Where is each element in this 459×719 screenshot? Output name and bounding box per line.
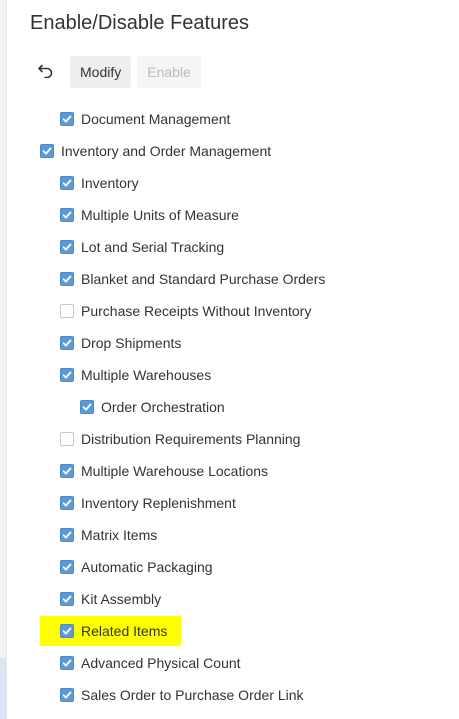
feature-label: Sales Order to Purchase Order Link xyxy=(81,687,304,703)
feature-label: Inventory and Order Management xyxy=(61,143,272,159)
feature-label: Multiple Units of Measure xyxy=(81,207,239,223)
toolbar: Modify Enable xyxy=(30,56,207,88)
feature-row[interactable]: Purchase Receipts Without Inventory xyxy=(60,301,311,321)
feature-label: Purchase Receipts Without Inventory xyxy=(81,303,312,319)
feature-row[interactable]: Related Items xyxy=(40,616,182,646)
checkbox-checked[interactable] xyxy=(60,560,74,574)
feature-label: Matrix Items xyxy=(81,527,158,543)
feature-row[interactable]: Automatic Packaging xyxy=(60,557,213,577)
feature-label: Kit Assembly xyxy=(81,591,162,607)
enable-button[interactable]: Enable xyxy=(137,56,201,88)
feature-row[interactable]: Multiple Warehouse Locations xyxy=(60,461,268,481)
checkbox-checked[interactable] xyxy=(60,528,74,542)
feature-label: Advanced Physical Count xyxy=(81,655,241,671)
feature-row[interactable]: Matrix Items xyxy=(60,525,157,545)
feature-row[interactable]: Lot and Serial Tracking xyxy=(60,237,224,257)
page-title: Enable/Disable Features xyxy=(30,12,250,34)
checkbox-checked[interactable] xyxy=(60,112,74,126)
left-panel-edge xyxy=(0,0,7,719)
checkbox-unchecked[interactable] xyxy=(60,304,74,318)
undo-button[interactable] xyxy=(30,56,62,88)
feature-row[interactable]: Distribution Requirements Planning xyxy=(60,429,300,449)
feature-row[interactable]: Blanket and Standard Purchase Orders xyxy=(60,269,325,289)
feature-label: Related Items xyxy=(81,623,168,639)
modify-button[interactable]: Modify xyxy=(70,56,132,88)
checkbox-checked[interactable] xyxy=(60,464,74,478)
feature-row[interactable]: Multiple Units of Measure xyxy=(60,205,239,225)
checkbox-checked[interactable] xyxy=(60,496,74,510)
checkbox-checked[interactable] xyxy=(60,240,74,254)
undo-icon xyxy=(37,62,55,83)
feature-label: Inventory Replenishment xyxy=(81,495,236,511)
checkbox-checked[interactable] xyxy=(60,208,74,222)
feature-row[interactable]: Inventory Replenishment xyxy=(60,493,236,513)
feature-label: Automatic Packaging xyxy=(81,559,213,575)
checkbox-checked[interactable] xyxy=(80,400,94,414)
feature-row[interactable]: Inventory xyxy=(60,173,139,193)
feature-label: Multiple Warehouses xyxy=(81,367,212,383)
feature-row[interactable]: Drop Shipments xyxy=(60,333,181,353)
feature-label: Inventory xyxy=(81,175,139,191)
checkbox-checked[interactable] xyxy=(60,176,74,190)
feature-label: Lot and Serial Tracking xyxy=(81,239,225,255)
checkbox-checked[interactable] xyxy=(60,688,74,702)
feature-label: Order Orchestration xyxy=(101,399,225,415)
checkbox-checked[interactable] xyxy=(60,368,74,382)
checkbox-unchecked[interactable] xyxy=(60,432,74,446)
feature-row[interactable]: Document Management xyxy=(60,109,230,129)
feature-label: Drop Shipments xyxy=(81,335,182,351)
feature-row[interactable]: Multiple Warehouses xyxy=(60,365,211,385)
feature-label: Distribution Requirements Planning xyxy=(81,431,301,447)
feature-row[interactable]: Advanced Physical Count xyxy=(60,653,241,673)
checkbox-checked[interactable] xyxy=(60,656,74,670)
left-panel-selected-accent xyxy=(0,658,6,719)
feature-label: Blanket and Standard Purchase Orders xyxy=(81,271,326,287)
checkbox-checked[interactable] xyxy=(60,336,74,350)
checkbox-checked[interactable] xyxy=(60,624,74,638)
feature-row[interactable]: Kit Assembly xyxy=(60,589,161,609)
checkbox-checked[interactable] xyxy=(60,592,74,606)
feature-row[interactable]: Order Orchestration xyxy=(80,397,225,417)
feature-row[interactable]: Inventory and Order Management xyxy=(40,141,271,161)
feature-label: Multiple Warehouse Locations xyxy=(81,463,269,479)
checkbox-checked[interactable] xyxy=(40,144,54,158)
feature-row[interactable]: Sales Order to Purchase Order Link xyxy=(60,685,304,705)
feature-label: Document Management xyxy=(81,111,231,127)
checkbox-checked[interactable] xyxy=(60,272,74,286)
